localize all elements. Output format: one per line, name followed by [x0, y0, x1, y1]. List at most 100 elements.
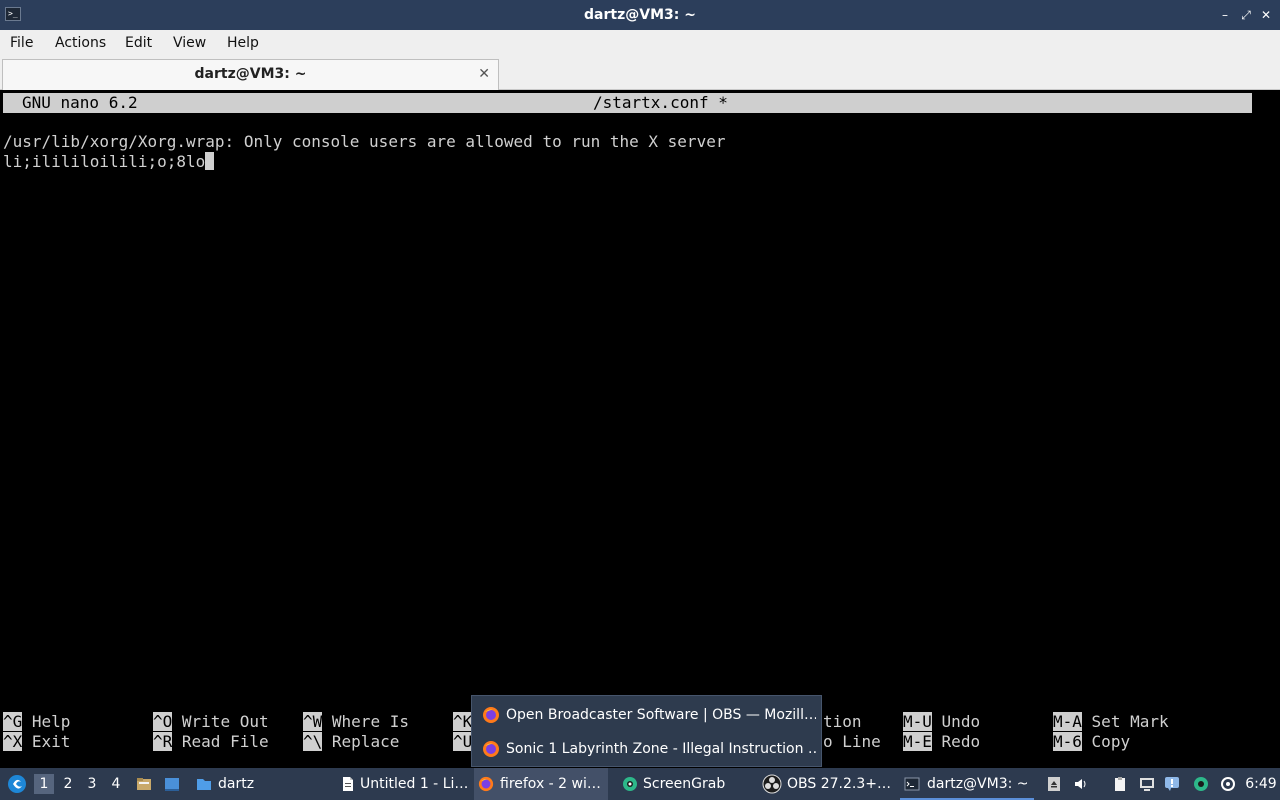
obs-icon — [762, 774, 782, 794]
menu-edit[interactable]: Edit — [115, 30, 162, 56]
task-terminal[interactable]: dartz@VM3: ~ — [900, 768, 1034, 800]
shortcut-label: Undo — [941, 712, 981, 731]
editor-line-1: /usr/lib/xorg/Xorg.wrap: Only console us… — [3, 132, 726, 151]
nano-version: GNU nano 6.2 — [22, 93, 138, 112]
clipboard-icon[interactable] — [1112, 776, 1128, 792]
shortcut-key: ^O — [153, 712, 173, 731]
task-label: Untitled 1 - Li… — [360, 776, 469, 792]
shortcut-key: M-6 — [1053, 732, 1082, 751]
shortcut-label: tion — [823, 712, 862, 731]
shortcut-key: ^G — [3, 712, 23, 731]
shortcut-replace: ^\ Replace — [303, 732, 399, 752]
nano-title-bar: GNU nano 6.2 /startx.conf * — [3, 93, 1252, 113]
task-screengrab[interactable]: ScreenGrab — [618, 768, 752, 800]
popup-item-label: Sonic 1 Labyrinth Zone - Illegal Instruc… — [506, 741, 816, 757]
shortcut-label: o Line — [823, 732, 881, 751]
tab-label: dartz@VM3: ~ — [194, 66, 307, 82]
nano-filename: /startx.conf * — [593, 93, 728, 112]
shortcut-write-out: ^O Write Out — [153, 712, 269, 732]
file-manager-icon[interactable] — [136, 776, 152, 792]
shortcut-copy: M-6 Copy — [1053, 732, 1130, 752]
workspace-4[interactable]: 4 — [106, 774, 126, 794]
menu-view[interactable]: View — [163, 30, 216, 56]
window-list-popup: Open Broadcaster Software | OBS — Mozill… — [471, 695, 822, 767]
task-obs[interactable]: OBS 27.2.3+… — [760, 768, 894, 800]
shortcut-go-to-line-partial: o Line — [823, 732, 881, 752]
task-label: firefox - 2 wi… — [500, 776, 601, 792]
task-label: dartz@VM3: ~ — [927, 776, 1029, 792]
display-icon[interactable] — [1139, 776, 1155, 792]
menu-bar: File Actions Edit View Help — [0, 30, 1280, 56]
shortcut-key: ^X — [3, 732, 23, 751]
workspace-3[interactable]: 3 — [82, 774, 102, 794]
workspace-1[interactable]: 1 — [34, 774, 54, 794]
screengrab-icon — [623, 777, 637, 791]
shortcut-cut: ^K — [453, 712, 473, 732]
close-button[interactable]: ✕ — [1257, 6, 1275, 24]
folder-icon — [197, 779, 211, 790]
task-label: dartz — [218, 776, 255, 792]
shortcut-label: Write Out — [181, 712, 269, 731]
shortcut-label: Copy — [1091, 732, 1131, 751]
popup-item-sonic-window[interactable]: Sonic 1 Labyrinth Zone - Illegal Instruc… — [478, 734, 816, 764]
tab-bar: dartz@VM3: ~ ✕ — [0, 56, 1280, 90]
screengrab-tray-icon[interactable] — [1193, 776, 1209, 792]
shortcut-key: ^W — [303, 712, 323, 731]
window-title: dartz@VM3: ~ — [584, 7, 696, 23]
shortcut-label: Help — [31, 712, 71, 731]
firefox-icon — [478, 776, 494, 792]
clock[interactable]: 6:49 — [1244, 768, 1278, 800]
maximize-button[interactable]: ⤢ — [1237, 6, 1255, 24]
shortcut-key: ^\ — [303, 732, 323, 751]
shortcut-set-mark: M-A Set Mark — [1053, 712, 1169, 732]
editor-line-2-text: li;ilililoilili;o;8lo — [3, 152, 206, 171]
volume-icon[interactable] — [1073, 776, 1089, 792]
window-titlebar[interactable]: >_ dartz@VM3: ~ – ⤢ ✕ — [0, 0, 1280, 30]
shortcut-read-file: ^R Read File — [153, 732, 269, 752]
menu-actions[interactable]: Actions — [45, 30, 116, 56]
terminal-area[interactable]: GNU nano 6.2 /startx.conf * /usr/lib/xor… — [0, 90, 1280, 768]
task-folder-dartz[interactable]: dartz — [194, 768, 322, 800]
shortcut-label: Replace — [331, 732, 400, 751]
notification-icon[interactable] — [1164, 776, 1180, 792]
taskbar: 1 2 3 4 dartz Untitled 1 - Li… firefox -… — [0, 768, 1280, 800]
shortcut-paste: ^U — [453, 732, 473, 752]
minimize-button[interactable]: – — [1216, 6, 1234, 24]
firefox-icon — [483, 707, 499, 723]
shortcut-help: ^G Help — [3, 712, 70, 732]
shortcut-label: Exit — [31, 732, 71, 751]
task-libreoffice[interactable]: Untitled 1 - Li… — [336, 768, 470, 800]
popup-item-label: Open Broadcaster Software | OBS — Mozill… — [506, 707, 816, 723]
shortcut-key: ^K — [453, 712, 473, 731]
shortcut-key: M-A — [1053, 712, 1082, 731]
task-firefox[interactable]: firefox - 2 wi… — [474, 768, 608, 800]
eject-icon[interactable] — [1046, 776, 1062, 792]
firefox-icon — [483, 741, 499, 757]
shortcut-label: Where Is — [331, 712, 409, 731]
menu-help[interactable]: Help — [217, 30, 269, 56]
shortcut-label: Redo — [941, 732, 981, 751]
shortcut-key: M-U — [903, 712, 932, 731]
shortcut-label: Set Mark — [1091, 712, 1169, 731]
shortcut-execute-partial: tion — [823, 712, 862, 732]
tab-close-icon[interactable]: ✕ — [478, 60, 490, 89]
shortcut-redo: M-E Redo — [903, 732, 980, 752]
editor-line-2: li;ilililoilili;o;8lo — [3, 152, 215, 172]
shortcut-key: ^U — [453, 732, 473, 751]
menu-file[interactable]: File — [0, 30, 43, 56]
terminal-icon — [904, 777, 920, 791]
tab-terminal[interactable]: dartz@VM3: ~ ✕ — [2, 59, 499, 90]
document-icon — [343, 777, 353, 791]
workspace-2[interactable]: 2 — [58, 774, 78, 794]
shortcut-exit: ^X Exit — [3, 732, 70, 752]
shortcut-undo: M-U Undo — [903, 712, 980, 732]
start-menu-icon[interactable] — [7, 774, 27, 794]
popup-item-obs-window[interactable]: Open Broadcaster Software | OBS — Mozill… — [478, 700, 816, 730]
shortcut-where-is: ^W Where Is — [303, 712, 409, 732]
task-label: ScreenGrab — [643, 776, 726, 792]
task-label: OBS 27.2.3+… — [787, 776, 891, 792]
update-icon[interactable] — [1220, 776, 1236, 792]
text-cursor — [205, 152, 215, 170]
shortcut-key: ^R — [153, 732, 173, 751]
show-desktop-icon[interactable] — [164, 776, 180, 792]
